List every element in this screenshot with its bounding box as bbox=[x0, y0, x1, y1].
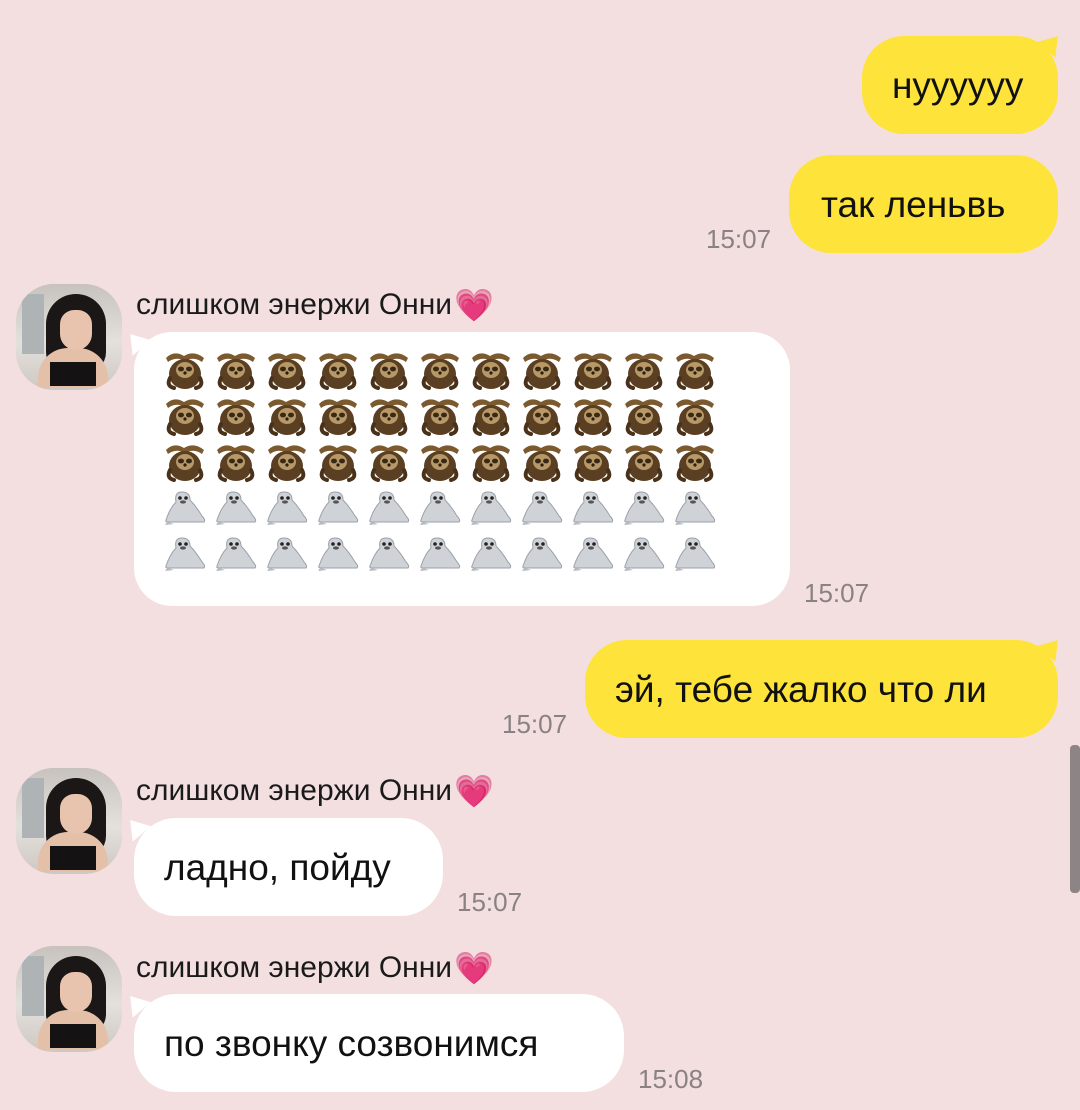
sloth-icon bbox=[313, 346, 364, 392]
sloth-icon bbox=[619, 392, 670, 438]
sender-avatar[interactable] bbox=[16, 284, 122, 390]
seal-icon bbox=[568, 484, 619, 530]
sloth-icon bbox=[670, 438, 721, 484]
sender-avatar[interactable] bbox=[16, 768, 122, 874]
seal-icon bbox=[415, 484, 466, 530]
sloth-icon bbox=[466, 346, 517, 392]
emoji-row bbox=[160, 346, 730, 392]
outgoing-message-bubble[interactable]: эй, тебе жалко что ли bbox=[585, 640, 1058, 738]
sloth-icon bbox=[466, 392, 517, 438]
sender-name: слишком энержи Онни💗 bbox=[136, 286, 494, 324]
seal-icon bbox=[670, 530, 721, 576]
message-timestamp: 15:07 bbox=[457, 887, 523, 917]
sloth-icon bbox=[211, 346, 262, 392]
message-timestamp: 15:07 bbox=[804, 578, 870, 608]
seal-icon bbox=[619, 484, 670, 530]
heart-icon: 💗 bbox=[454, 773, 494, 809]
seal-icon bbox=[619, 530, 670, 576]
message-timestamp: 15:08 bbox=[638, 1064, 704, 1094]
sender-avatar[interactable] bbox=[16, 946, 122, 1052]
sloth-icon bbox=[211, 438, 262, 484]
sloth-icon bbox=[313, 392, 364, 438]
sloth-icon bbox=[517, 392, 568, 438]
seal-icon bbox=[364, 530, 415, 576]
sloth-icon bbox=[160, 438, 211, 484]
sloth-icon bbox=[568, 392, 619, 438]
sloth-icon bbox=[466, 438, 517, 484]
sloth-icon bbox=[619, 346, 670, 392]
seal-icon bbox=[364, 484, 415, 530]
sloth-icon bbox=[670, 392, 721, 438]
sloth-icon bbox=[568, 346, 619, 392]
seal-icon bbox=[160, 530, 211, 576]
sloth-icon bbox=[364, 438, 415, 484]
message-text: эй, тебе жалко что ли bbox=[615, 668, 987, 710]
message-text: нуууууу bbox=[892, 64, 1024, 106]
message-text: ладно, пойду bbox=[164, 846, 391, 888]
sloth-icon bbox=[619, 438, 670, 484]
sender-name: слишком энержи Онни💗 bbox=[136, 772, 494, 810]
sender-name: слишком энержи Онни💗 bbox=[136, 949, 494, 987]
sloth-icon bbox=[364, 346, 415, 392]
emoji-row bbox=[160, 530, 730, 576]
sloth-icon bbox=[364, 392, 415, 438]
outgoing-message-bubble[interactable]: так леньвь bbox=[789, 155, 1058, 253]
emoji-row bbox=[160, 392, 730, 438]
seal-icon bbox=[211, 530, 262, 576]
message-text: так леньвь bbox=[821, 183, 1006, 225]
heart-icon: 💗 bbox=[454, 287, 494, 323]
sloth-icon bbox=[670, 346, 721, 392]
scrollbar[interactable] bbox=[1070, 745, 1080, 893]
seal-icon bbox=[466, 530, 517, 576]
outgoing-message-bubble[interactable]: нуууууу bbox=[862, 36, 1058, 134]
seal-icon bbox=[160, 484, 211, 530]
sloth-icon bbox=[160, 392, 211, 438]
incoming-message-bubble[interactable]: по звонку созвонимся bbox=[134, 994, 624, 1092]
emoji-row bbox=[160, 438, 730, 484]
seal-icon bbox=[568, 530, 619, 576]
sloth-icon bbox=[415, 346, 466, 392]
message-timestamp: 15:07 bbox=[502, 709, 568, 739]
sloth-icon bbox=[313, 438, 364, 484]
seal-icon bbox=[415, 530, 466, 576]
incoming-message-bubble[interactable]: ладно, пойду bbox=[134, 818, 443, 916]
chat-view[interactable]: нуууууу так леньвь 15:07 слишком энержи … bbox=[0, 0, 1080, 1110]
sloth-icon bbox=[262, 438, 313, 484]
seal-icon bbox=[670, 484, 721, 530]
sender-name-text: слишком энержи Онни bbox=[136, 288, 453, 321]
sloth-icon bbox=[160, 346, 211, 392]
emoji-row bbox=[160, 484, 730, 530]
seal-icon bbox=[211, 484, 262, 530]
sloth-icon bbox=[211, 392, 262, 438]
message-timestamp: 15:07 bbox=[706, 224, 772, 254]
emoji-grid bbox=[160, 346, 730, 576]
sloth-icon bbox=[262, 346, 313, 392]
seal-icon bbox=[313, 484, 364, 530]
seal-icon bbox=[466, 484, 517, 530]
sloth-icon bbox=[415, 438, 466, 484]
heart-icon: 💗 bbox=[454, 950, 494, 986]
sender-name-text: слишком энержи Онни bbox=[136, 774, 453, 807]
seal-icon bbox=[517, 530, 568, 576]
sloth-icon bbox=[568, 438, 619, 484]
seal-icon bbox=[262, 484, 313, 530]
message-text: по звонку созвонимся bbox=[164, 1022, 539, 1064]
seal-icon bbox=[517, 484, 568, 530]
seal-icon bbox=[313, 530, 364, 576]
sloth-icon bbox=[517, 438, 568, 484]
sender-name-text: слишком энержи Онни bbox=[136, 951, 453, 984]
sloth-icon bbox=[262, 392, 313, 438]
sloth-icon bbox=[517, 346, 568, 392]
seal-icon bbox=[262, 530, 313, 576]
sloth-icon bbox=[415, 392, 466, 438]
